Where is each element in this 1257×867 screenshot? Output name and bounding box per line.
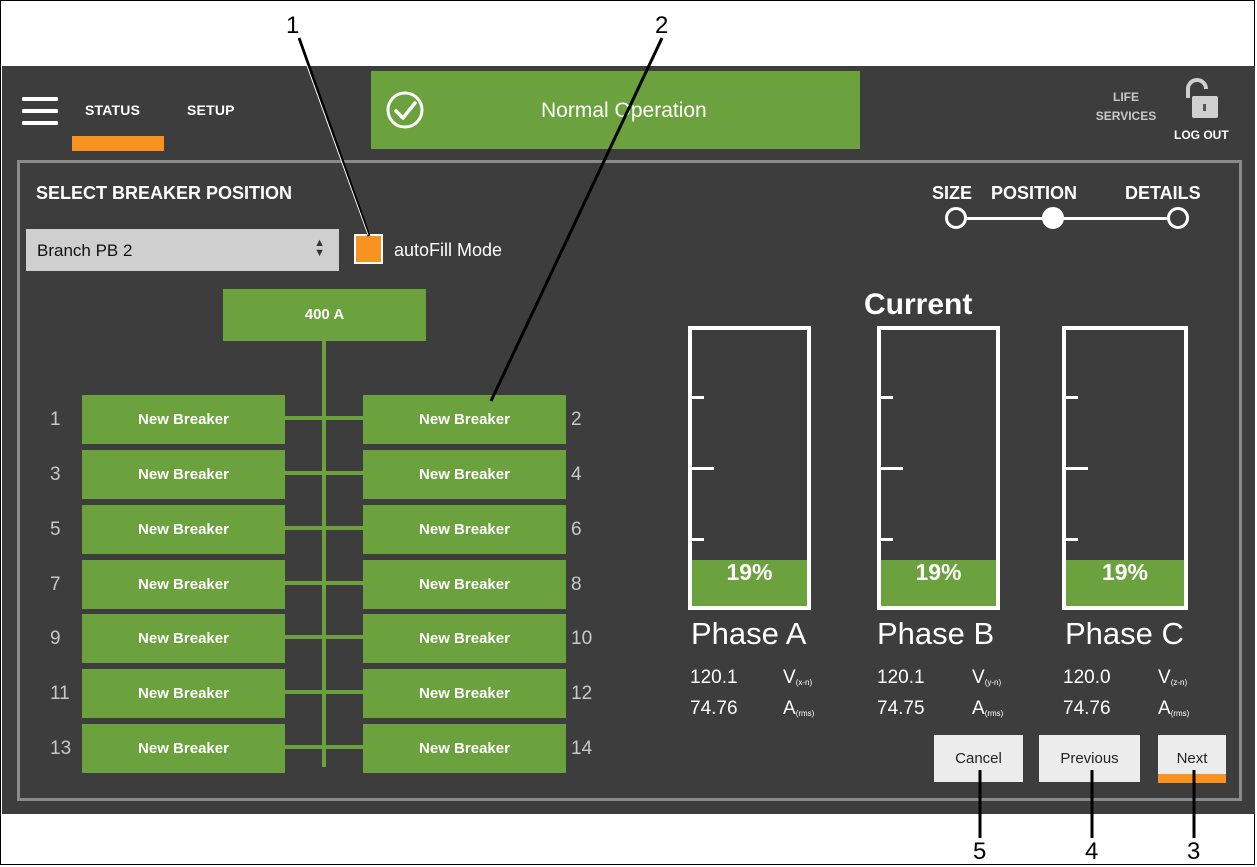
- callout-3: 3: [1187, 838, 1201, 865]
- callout-2: 2: [655, 12, 669, 39]
- callout-1: 1: [286, 12, 300, 39]
- callout-lines: [296, 37, 1196, 838]
- callout-4: 4: [1085, 838, 1099, 865]
- callout-5: 5: [973, 838, 987, 865]
